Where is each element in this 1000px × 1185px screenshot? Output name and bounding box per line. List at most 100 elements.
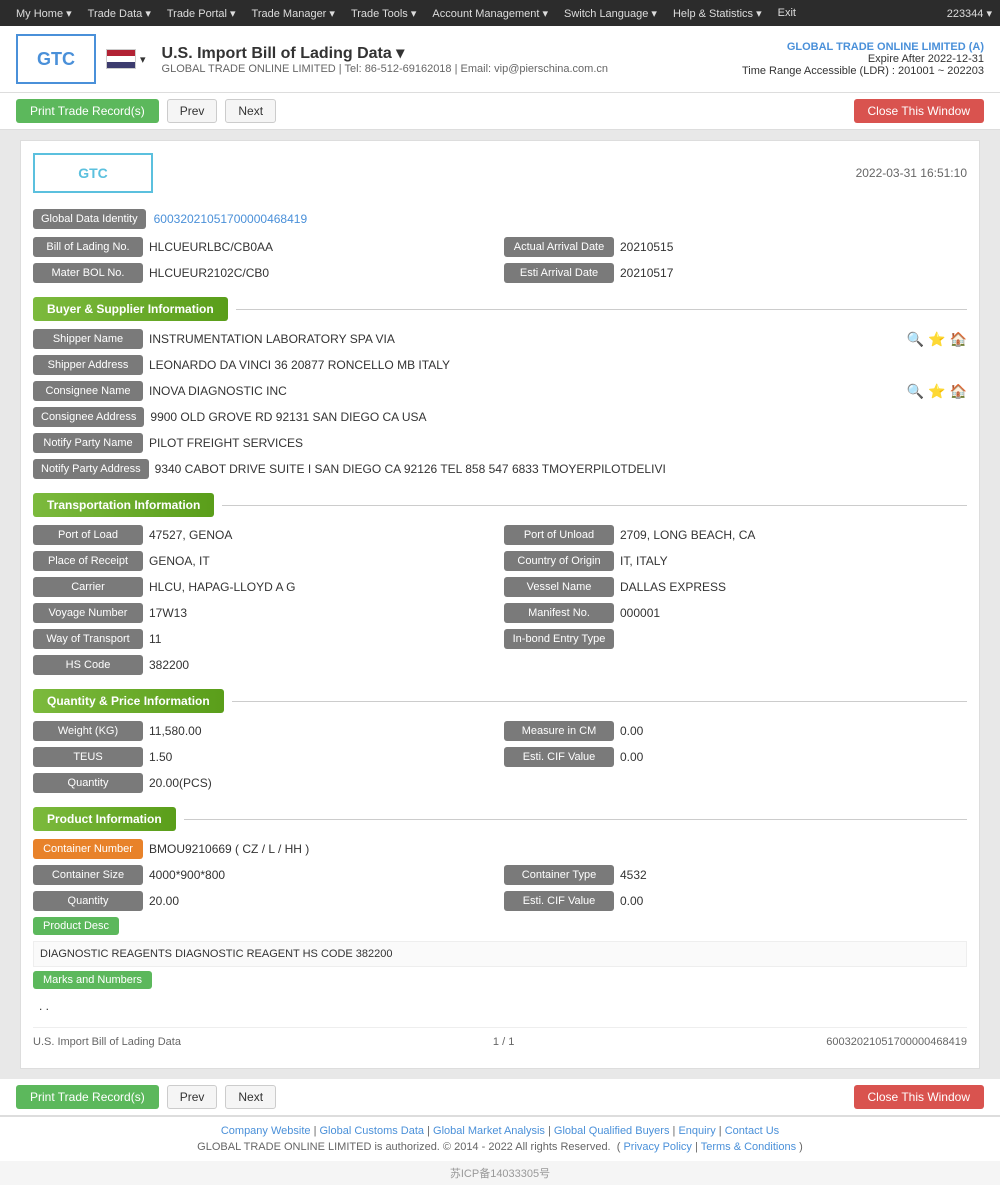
consignee-name-label: Consignee Name <box>33 381 143 401</box>
vessel-name-pair: Vessel Name DALLAS EXPRESS <box>504 577 967 597</box>
hs-code-value: 382200 <box>149 658 967 672</box>
card-date: 2022-03-31 16:51:10 <box>856 166 967 180</box>
print-button-top[interactable]: Print Trade Record(s) <box>16 99 159 123</box>
footer-global-customs-data[interactable]: Global Customs Data <box>320 1125 425 1137</box>
shipper-name-value: INSTRUMENTATION LABORATORY SPA VIA <box>149 332 901 346</box>
product-quantity-value: 20.00 <box>149 894 496 908</box>
manifest-no-value: 000001 <box>620 606 967 620</box>
top-navigation: My Home ▾ Trade Data ▾ Trade Portal ▾ Tr… <box>0 0 1000 26</box>
notify-party-address-value: 9340 CABOT DRIVE SUITE I SAN DIEGO CA 92… <box>155 462 967 476</box>
us-flag-icon <box>106 49 136 69</box>
privacy-policy-link[interactable]: Privacy Policy <box>623 1141 691 1153</box>
esti-arrival-pair: Esti Arrival Date 20210517 <box>504 263 967 283</box>
product-esti-cif-value: 0.00 <box>620 894 967 908</box>
bol-label: Bill of Lading No. <box>33 237 143 257</box>
weight-measure-row: Weight (KG) 11,580.00 Measure in CM 0.00 <box>33 721 967 741</box>
weight-kg-label: Weight (KG) <box>33 721 143 741</box>
nav-trade-tools[interactable]: Trade Tools ▾ <box>343 7 424 20</box>
bol-pair: Bill of Lading No. HLCUEURLBC/CB0AA <box>33 237 496 257</box>
company-name: GLOBAL TRADE ONLINE LIMITED (A) <box>742 41 984 53</box>
esti-arrival-label: Esti Arrival Date <box>504 263 614 283</box>
terms-conditions-link[interactable]: Terms & Conditions <box>701 1141 796 1153</box>
place-of-receipt-label: Place of Receipt <box>33 551 143 571</box>
esti-arrival-value: 20210517 <box>620 266 967 280</box>
close-button-top[interactable]: Close This Window <box>854 99 984 123</box>
consignee-address-row: Consignee Address 9900 OLD GROVE RD 9213… <box>33 407 967 427</box>
consignee-search-icon[interactable]: 🔍 <box>907 383 924 400</box>
prev-button-bottom[interactable]: Prev <box>167 1085 218 1109</box>
nav-exit[interactable]: Exit <box>770 7 804 19</box>
print-button-bottom[interactable]: Print Trade Record(s) <box>16 1085 159 1109</box>
shipper-search-icon[interactable]: 🔍 <box>907 331 924 348</box>
icp-number: 苏ICP备14033305号 <box>450 1168 550 1180</box>
notify-party-address-row: Notify Party Address 9340 CABOT DRIVE SU… <box>33 459 967 479</box>
shipper-address-row: Shipper Address LEONARDO DA VINCI 36 208… <box>33 355 967 375</box>
consignee-home-icon[interactable]: 🏠 <box>950 383 967 400</box>
product-desc-button[interactable]: Product Desc <box>33 917 119 935</box>
way-of-transport-label: Way of Transport <box>33 629 143 649</box>
footer-global-market-analysis[interactable]: Global Market Analysis <box>433 1125 545 1137</box>
quantity-label: Quantity <box>33 773 143 793</box>
shipper-address-label: Shipper Address <box>33 355 143 375</box>
flag-selector[interactable]: ▾ <box>106 49 146 69</box>
nav-account-management[interactable]: Account Management ▾ <box>424 7 556 20</box>
prev-button-top[interactable]: Prev <box>167 99 218 123</box>
close-button-bottom[interactable]: Close This Window <box>854 1085 984 1109</box>
esti-cif-label: Esti. CIF Value <box>504 747 614 767</box>
place-of-receipt-value: GENOA, IT <box>149 554 496 568</box>
way-inbond-row: Way of Transport 11 In-bond Entry Type <box>33 629 967 649</box>
vessel-name-label: Vessel Name <box>504 577 614 597</box>
nav-help-statistics[interactable]: Help & Statistics ▾ <box>665 7 770 20</box>
product-qty-cif-row: Quantity 20.00 Esti. CIF Value 0.00 <box>33 891 967 911</box>
footer-company-website[interactable]: Company Website <box>221 1125 311 1137</box>
page-header: GTC ▾ U.S. Import Bill of Lading Data ▾ … <box>0 26 1000 93</box>
quantity-price-title: Quantity & Price Information <box>33 689 224 713</box>
notify-party-name-value: PILOT FREIGHT SERVICES <box>149 436 967 450</box>
shipper-home-icon[interactable]: 🏠 <box>950 331 967 348</box>
measure-cm-pair: Measure in CM 0.00 <box>504 721 967 741</box>
actual-arrival-label: Actual Arrival Date <box>504 237 614 257</box>
record-card: GTC 2022-03-31 16:51:10 Global Data Iden… <box>20 140 980 1069</box>
user-id: 223344 ▾ <box>947 7 992 20</box>
shipper-star-icon[interactable]: ⭐ <box>928 331 945 348</box>
section-line-3 <box>232 701 967 702</box>
carrier-pair: Carrier HLCU, HAPAG-LLOYD A G <box>33 577 496 597</box>
nav-switch-language[interactable]: Switch Language ▾ <box>556 7 665 20</box>
product-desc-text: DIAGNOSTIC REAGENTS DIAGNOSTIC REAGENT H… <box>33 941 967 967</box>
footer-enquiry[interactable]: Enquiry <box>678 1125 715 1137</box>
port-of-load-label: Port of Load <box>33 525 143 545</box>
port-load-unload-row: Port of Load 47527, GENOA Port of Unload… <box>33 525 967 545</box>
buyer-supplier-title: Buyer & Supplier Information <box>33 297 228 321</box>
receipt-origin-row: Place of Receipt GENOA, IT Country of Or… <box>33 551 967 571</box>
footer-links: Company Website | Global Customs Data | … <box>16 1125 984 1137</box>
time-range: Time Range Accessible (LDR) : 201001 ~ 2… <box>742 65 984 77</box>
port-of-load-pair: Port of Load 47527, GENOA <box>33 525 496 545</box>
bol-row: Bill of Lading No. HLCUEURLBC/CB0AA Actu… <box>33 237 967 257</box>
carrier-value: HLCU, HAPAG-LLOYD A G <box>149 580 496 594</box>
shipper-address-value: LEONARDO DA VINCI 36 20877 RONCELLO MB I… <box>149 358 967 372</box>
notify-party-name-row: Notify Party Name PILOT FREIGHT SERVICES <box>33 433 967 453</box>
footer-global-qualified-buyers[interactable]: Global Qualified Buyers <box>554 1125 670 1137</box>
consignee-star-icon[interactable]: ⭐ <box>928 383 945 400</box>
teus-pair: TEUS 1.50 <box>33 747 496 767</box>
carrier-vessel-row: Carrier HLCU, HAPAG-LLOYD A G Vessel Nam… <box>33 577 967 597</box>
expire-info: Expire After 2022-12-31 <box>742 53 984 65</box>
nav-trade-manager[interactable]: Trade Manager ▾ <box>244 7 343 20</box>
next-button-top[interactable]: Next <box>225 99 276 123</box>
mater-bol-label: Mater BOL No. <box>33 263 143 283</box>
footer-contact-us[interactable]: Contact Us <box>725 1125 779 1137</box>
container-number-row: Container Number BMOU9210669 ( CZ / L / … <box>33 839 967 859</box>
nav-my-home[interactable]: My Home ▾ <box>8 7 80 20</box>
way-of-transport-value: 11 <box>149 632 496 646</box>
teus-value: 1.50 <box>149 750 496 764</box>
main-content: GTC 2022-03-31 16:51:10 Global Data Iden… <box>0 130 1000 1079</box>
next-button-bottom[interactable]: Next <box>225 1085 276 1109</box>
marks-button[interactable]: Marks and Numbers <box>33 971 152 989</box>
consignee-address-value: 9900 OLD GROVE RD 92131 SAN DIEGO CA USA <box>150 410 967 424</box>
transportation-section-header: Transportation Information <box>33 493 967 517</box>
consignee-actions: 🔍 ⭐ 🏠 <box>907 383 967 400</box>
buyer-supplier-section-header: Buyer & Supplier Information <box>33 297 967 321</box>
vessel-name-value: DALLAS EXPRESS <box>620 580 967 594</box>
nav-trade-data[interactable]: Trade Data ▾ <box>80 7 159 20</box>
nav-trade-portal[interactable]: Trade Portal ▾ <box>159 7 244 20</box>
